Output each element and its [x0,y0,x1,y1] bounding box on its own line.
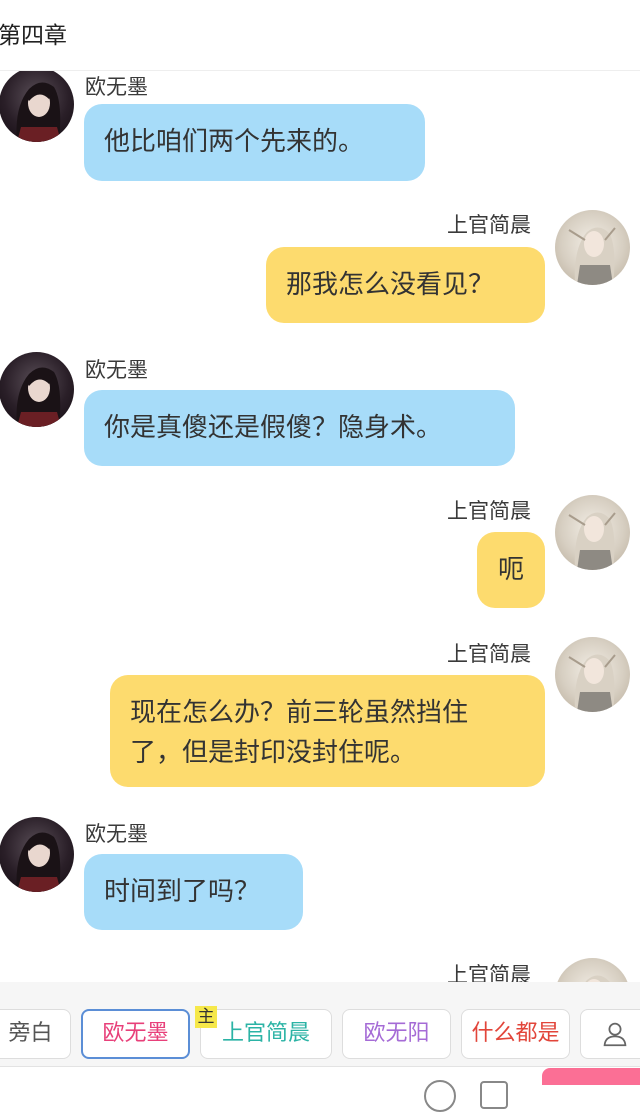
avatar-shangguan-jianchen[interactable] [555,637,630,712]
speaker-name: 欧无墨 [85,822,148,846]
message-bubble[interactable]: 呃 [477,532,545,608]
speaker-name: 上官简晨 [447,499,531,523]
speaker-name: 上官简晨 [447,213,531,237]
header-bar: 第四章 [0,0,640,71]
message-bubble[interactable]: 那我怎么没看见？ [266,247,545,323]
avatar-shangguan-jianchen[interactable] [555,495,630,570]
character-portrait-icon [568,654,616,712]
character-portrait-icon [568,227,616,285]
avatar-shangguan-jianchen[interactable] [555,210,630,285]
character-portrait-icon [16,367,61,427]
person-icon-glyph [603,1022,627,1047]
speaker-name: 上官简晨 [447,963,531,982]
character-portrait-icon [16,82,61,142]
character-chip-ou-wuyang[interactable]: 欧无阳 [342,1009,451,1059]
main-character-badge: 主 [195,1006,217,1028]
avatar-ou-wumo[interactable] [0,817,74,892]
character-chip-shangguan-jianchen[interactable]: 主 上官简晨 [195,1006,332,1059]
character-portrait-icon [16,832,61,892]
message-bubble[interactable]: 你是真傻还是假傻？隐身术。 [84,390,515,466]
message-bubble[interactable]: 他比咱们两个先来的。 [84,104,425,181]
avatar-ou-wumo[interactable] [0,352,74,427]
send-button[interactable] [542,1068,640,1085]
speaker-name: 欧无墨 [85,358,148,382]
avatar-shangguan-jianchen[interactable] [555,958,630,982]
character-chip-anything[interactable]: 什么都是 [461,1009,570,1059]
chip-label: 上官简晨 [221,1021,310,1046]
message-bubble[interactable]: 现在怎么办？前三轮虽然挡住 了，但是封印没封住呢。 [110,675,545,787]
character-chip-narrator[interactable]: 旁白 [0,1009,71,1059]
message-line: 现在怎么办？前三轮虽然挡住 [130,698,469,728]
person-icon[interactable] [580,1009,640,1059]
chapter-title: 第四章 [0,23,67,49]
message-bubble[interactable]: 时间到了吗？ [84,854,303,930]
character-portrait-icon [585,975,610,982]
image-icon[interactable] [480,1081,508,1109]
speaker-name: 上官简晨 [447,642,531,666]
character-chip-ou-wumo[interactable]: 欧无墨 [81,1009,190,1059]
speaker-name: 欧无墨 [85,75,148,99]
chat-area[interactable]: 欧无墨 他比咱们两个先来的。 上官简晨 那我怎么没看见？ 欧无墨 你是真傻还是假… [0,71,640,982]
avatar-ou-wumo[interactable] [0,71,74,142]
character-portrait-icon [568,512,616,570]
message-line: 了，但是封印没封住呢。 [130,738,417,768]
